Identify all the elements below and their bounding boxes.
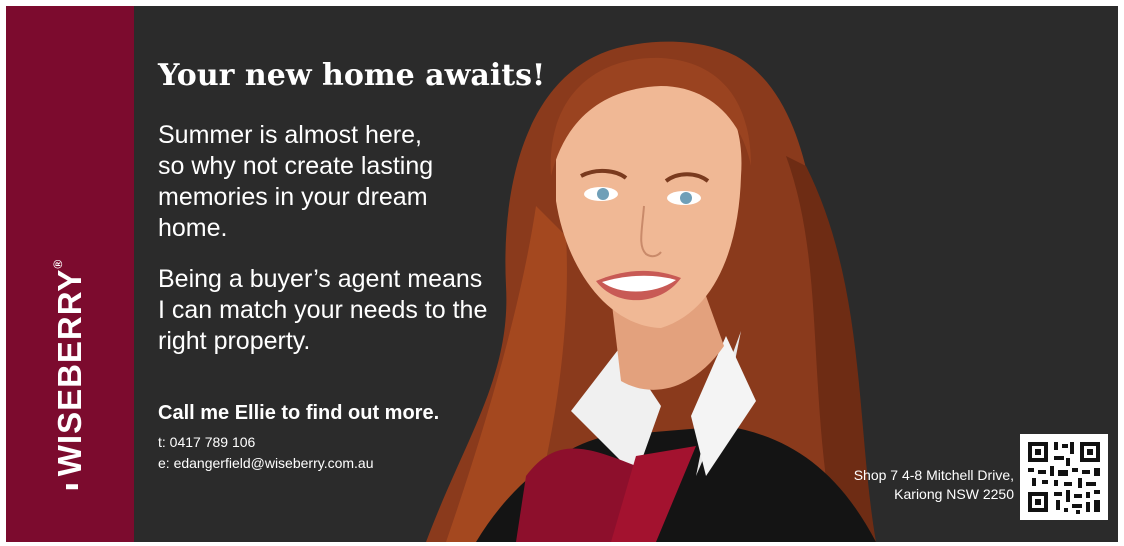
call-to-action: Call me Ellie to find out more. bbox=[158, 402, 440, 424]
office-address: Shop 7 4-8 Mitchell Drive, Kariong NSW 2… bbox=[853, 467, 1014, 502]
brand-name: WISEBERRY bbox=[51, 268, 88, 477]
email-address: e: edangerfield@wiseberry.com.au bbox=[158, 455, 374, 471]
headline: Your new home awaits! bbox=[158, 58, 546, 93]
phone-number: t: 0417 789 106 bbox=[158, 434, 256, 450]
buyers-agent-paragraph: Being a buyer’s agent means I can match … bbox=[158, 265, 488, 355]
registered-mark: ® bbox=[51, 258, 65, 269]
brand-logo: WISEBERRY® bbox=[51, 258, 89, 490]
logo-mark bbox=[66, 484, 79, 490]
brand-sidebar: WISEBERRY® bbox=[6, 6, 134, 542]
qr-code-icon[interactable] bbox=[1020, 434, 1108, 520]
intro-paragraph: Summer is almost here, so why not create… bbox=[158, 121, 434, 242]
advertisement: WISEBERRY® Your new home awaits! Summer … bbox=[6, 6, 1118, 542]
